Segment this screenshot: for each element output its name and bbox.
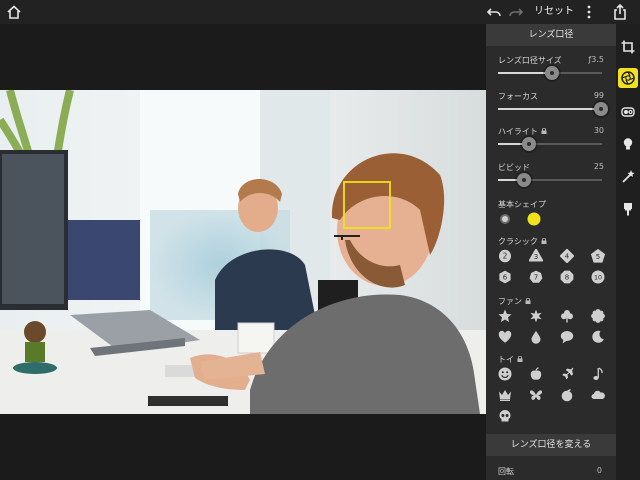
moon-icon[interactable] (591, 330, 605, 344)
home-icon[interactable] (6, 4, 22, 20)
panel-title: レンズ口径 (486, 24, 616, 46)
svg-text:4: 4 (565, 253, 570, 261)
clover-icon[interactable] (560, 309, 574, 323)
slider-label: ハイライト (498, 126, 547, 137)
crop-icon (621, 40, 635, 54)
crop-tool[interactable] (618, 37, 638, 57)
office-photo (0, 90, 486, 414)
undo-icon[interactable] (486, 4, 502, 20)
flower-icon[interactable] (591, 309, 605, 323)
slider-knob[interactable] (517, 173, 531, 187)
slider-value: 30 (593, 126, 604, 135)
shape-blade-8[interactable]: 8 (560, 270, 574, 284)
redo-icon[interactable] (508, 4, 524, 20)
lens-panel: レンズ口径 レンズ口径サイズ ƒ3.5 フォーカス 99 ハイライト 30 ビビ… (486, 24, 616, 480)
svg-text:6: 6 (503, 274, 508, 282)
rotation-value: 0 (596, 466, 602, 475)
drop-icon[interactable] (529, 330, 543, 344)
slider-value: 99 (593, 91, 604, 100)
brush-icon (624, 203, 632, 216)
fruit-icon[interactable] (560, 388, 574, 402)
star-icon[interactable] (498, 309, 512, 323)
shape-blade-2[interactable]: 2 (498, 249, 512, 263)
slider-label: レンズ口径サイズ (498, 56, 562, 65)
magic-tool[interactable] (618, 166, 638, 186)
wand-icon (622, 170, 635, 183)
slider-label: フォーカス (498, 92, 538, 101)
music-note-icon[interactable] (591, 367, 605, 381)
aperture-tool[interactable] (618, 68, 638, 88)
share-icon[interactable] (612, 3, 628, 21)
skull-icon[interactable] (498, 409, 512, 423)
top-bar: リセット (0, 0, 640, 24)
shape-blade-10[interactable]: 10 (591, 270, 605, 284)
slider-knob[interactable] (545, 66, 560, 80)
svg-text:10: 10 (594, 275, 602, 282)
slider-value: ƒ3.5 (588, 55, 604, 64)
svg-text:3: 3 (534, 253, 538, 261)
slider-knob[interactable] (522, 137, 537, 151)
speech-bubble-icon[interactable] (560, 330, 574, 344)
toy-label: トイ (498, 354, 523, 365)
lock-icon (525, 298, 531, 304)
change-aperture-title: レンズ口径を変える (486, 434, 616, 456)
reset-button[interactable]: リセット (534, 4, 574, 20)
svg-text:8: 8 (565, 274, 569, 282)
apple-icon[interactable] (529, 367, 543, 381)
svg-text:2: 2 (503, 252, 508, 261)
shape-blade-7[interactable]: 7 (529, 270, 543, 284)
lens-tool[interactable] (618, 102, 638, 122)
slider-knob[interactable] (593, 102, 608, 116)
smiley-icon[interactable] (498, 367, 512, 381)
lens-icon (621, 107, 635, 117)
rotation-label: 回転 (498, 467, 514, 476)
lock-icon (541, 128, 547, 134)
heart-icon[interactable] (498, 330, 512, 344)
lock-icon (517, 356, 523, 362)
svg-text:5: 5 (596, 253, 600, 261)
fun-label: ファン (498, 296, 531, 307)
slider-value: 25 (593, 162, 604, 171)
airplane-icon[interactable] (560, 367, 574, 381)
shape-blade-5[interactable]: 5 (591, 249, 605, 263)
cloud-icon[interactable] (591, 388, 605, 402)
basic-shape-label: 基本シェイプ (498, 200, 546, 209)
lock-icon (541, 238, 547, 244)
starburst-icon[interactable] (529, 309, 543, 323)
tool-bar (616, 24, 640, 480)
crown-icon[interactable] (498, 388, 512, 402)
slider-label: ビビッド (498, 163, 530, 172)
svg-text:7: 7 (534, 274, 538, 282)
shape-blade-4[interactable]: 4 (560, 249, 574, 263)
light-tool[interactable] (618, 134, 638, 154)
shape-blade-3[interactable]: 3 (529, 249, 543, 263)
more-icon[interactable] (583, 4, 595, 20)
classic-label: クラシック (498, 236, 547, 247)
bulb-icon (623, 138, 633, 150)
brush-tool[interactable] (618, 199, 638, 219)
butterfly-icon[interactable] (529, 388, 543, 402)
aperture-icon (621, 71, 635, 85)
shape-soft-circle[interactable] (498, 212, 512, 226)
photo[interactable] (0, 90, 486, 414)
shape-blade-6[interactable]: 6 (498, 270, 512, 284)
shape-circle-selected[interactable] (527, 212, 541, 226)
canvas (0, 24, 486, 480)
